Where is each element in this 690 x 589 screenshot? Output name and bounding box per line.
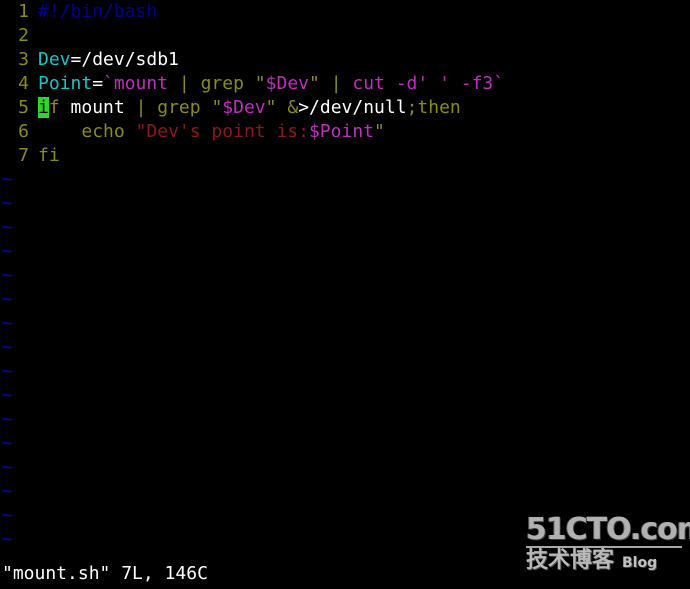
code-token: Dev [38, 49, 71, 70]
code-token: = [92, 73, 104, 94]
code-token: " [211, 97, 223, 118]
code-token: mount [70, 97, 125, 118]
tilde-filler-row: ~ [2, 505, 13, 526]
code-token: Point [38, 73, 93, 94]
code-token: f [48, 97, 60, 118]
code-line[interactable]: 2 [0, 24, 690, 48]
tilde-filler-row: ~ [2, 265, 13, 286]
line-number: 1 [18, 1, 29, 22]
code-token: =/dev/sdb1 [70, 49, 179, 70]
tilde-filler-row: ~ [2, 337, 13, 358]
code-line[interactable]: 5 if mount | grep "$Dev" &>/dev/null;then [0, 96, 690, 120]
code-token: " [135, 121, 147, 142]
code-token: | [135, 97, 147, 118]
code-token: " [265, 97, 277, 118]
code-line[interactable]: 6 echo "Dev's point is:$Point" [0, 120, 690, 144]
code-token: | [178, 73, 190, 94]
code-line-text[interactable]: #!/bin/bash [38, 1, 157, 22]
code-token: ` [103, 73, 114, 94]
terminal-window: 1 #!/bin/bash 2 3 Dev=/dev/sdb1 4 Point=`mount… [0, 0, 690, 589]
code-token: | [330, 73, 342, 94]
tilde-filler-row: ~ [2, 193, 13, 214]
tilde-filler-row: ~ [2, 529, 13, 550]
tilde-filler-row: ~ [2, 241, 13, 262]
tilde-filler-row: ~ [2, 433, 13, 454]
text-cursor: i [38, 97, 49, 118]
code-token: Dev's point is: [146, 121, 309, 142]
tilde-filler-row: ~ [2, 361, 13, 382]
code-line[interactable]: 4 Point=`mount | grep "$Dev" | cut -d' ' … [0, 72, 690, 96]
code-token: & [287, 97, 299, 118]
tilde-filler-row: ~ [2, 169, 13, 190]
code-line-text[interactable]: Point=`mount | grep "$Dev" | cut -d' ' -… [38, 73, 504, 94]
line-number: 7 [18, 145, 29, 166]
line-number: 2 [18, 25, 29, 46]
code-token: " [374, 121, 385, 142]
code-line-text[interactable]: Dev=/dev/sdb1 [38, 49, 179, 70]
code-token: >/dev/null [298, 97, 407, 118]
code-line[interactable]: 7 fi [0, 144, 690, 168]
line-number: 5 [18, 97, 29, 118]
code-token: " [309, 73, 320, 94]
line-number: 6 [18, 121, 29, 142]
line-number: 4 [18, 73, 29, 94]
code-token: fi [38, 145, 60, 166]
tilde-filler-row: ~ [2, 481, 13, 502]
code-token: $Dev [265, 73, 309, 94]
code-line[interactable]: 1 #!/bin/bash [0, 0, 690, 24]
code-token: " [254, 73, 266, 94]
tilde-filler-row: ~ [2, 217, 13, 238]
code-token: cut -d' ' -f3` [352, 73, 505, 94]
code-line-text[interactable]: echo "Dev's point is:$Point" [38, 121, 385, 142]
code-line[interactable]: 3 Dev=/dev/sdb1 [0, 48, 690, 72]
code-token: grep [157, 97, 201, 118]
code-token: grep [200, 73, 244, 94]
code-line-text[interactable]: fi [38, 145, 60, 166]
tilde-filler-row: ~ [2, 457, 13, 478]
code-token: then [417, 97, 461, 118]
vim-status-line: "mount.sh" 7L, 146C [2, 563, 208, 584]
code-token: $Dev [222, 97, 266, 118]
code-token: $Point [308, 121, 374, 142]
line-number: 3 [18, 49, 29, 70]
code-line-text[interactable]: if mount | grep "$Dev" &>/dev/null;then [38, 97, 461, 118]
empty-line-filler: ~ ~ ~ ~ ~ ~ ~ ~ ~ ~ ~ ~ ~ ~ ~ ~ [0, 168, 690, 552]
tilde-filler-row: ~ [2, 409, 13, 430]
code-token: echo [81, 121, 125, 142]
code-token: #!/bin/bash [38, 1, 158, 22]
code-token: ; [406, 97, 418, 118]
tilde-filler-row: ~ [2, 313, 13, 334]
tilde-filler-row: ~ [2, 385, 13, 406]
code-token: mount [113, 73, 169, 94]
tilde-filler-row: ~ [2, 289, 13, 310]
editor-buffer[interactable]: 1 #!/bin/bash 2 3 Dev=/dev/sdb1 4 Point=`mount… [0, 0, 690, 168]
